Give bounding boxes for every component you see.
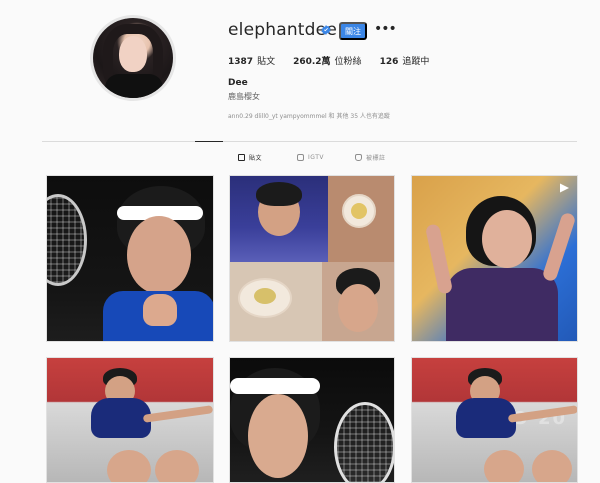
profile-avatar[interactable]	[90, 15, 176, 101]
collage-person-hair-shape	[256, 182, 302, 206]
player-jersey-shape	[91, 398, 151, 438]
spectator-face-shape	[484, 450, 524, 482]
tab-posts-label: 貼文	[249, 154, 263, 162]
tab-igtv[interactable]: IGTV	[297, 151, 324, 163]
stat-following-value: 126	[379, 57, 399, 67]
verified-badge-icon	[321, 25, 331, 35]
avatar-face-shape	[119, 36, 147, 72]
grid-icon	[238, 153, 245, 161]
dancer-arm-right-shape	[541, 211, 577, 283]
stat-followers-label: 位粉絲	[334, 57, 362, 67]
post-thumbnail-2[interactable]	[229, 175, 395, 342]
stat-followers[interactable]: 260.2萬 位粉絲	[293, 54, 362, 67]
profile-full-name: Dee	[228, 78, 248, 88]
profile-tabs: 貼文 IGTV 被標註	[42, 151, 577, 165]
third-person-face-shape	[155, 450, 199, 482]
profile-header: elephantdee 關注 ••• 1387 貼文 260.2萬 位粉絲 126 追…	[0, 0, 600, 120]
post-thumbnail-5[interactable]	[229, 357, 395, 483]
followed-by-text[interactable]: ann0.29 dlill0_yt yampyommmel 和 其他 35 人也…	[228, 111, 390, 120]
food-shape-1	[351, 203, 367, 219]
profile-stats: 1387 貼文 260.2萬 位粉絲 126 追蹤中	[228, 54, 430, 67]
more-options-icon[interactable]: •••	[374, 22, 397, 40]
avatar-image	[93, 18, 173, 98]
post-thumbnail-3[interactable]	[411, 175, 578, 342]
athlete-face-shape	[127, 216, 191, 294]
follow-button[interactable]: 關注	[339, 22, 367, 40]
player-2-jersey-shape	[456, 398, 516, 438]
video-icon	[557, 182, 571, 194]
badminton-racket-2-shape	[334, 402, 394, 482]
athlete-2-face-shape	[248, 394, 308, 478]
second-person-face-shape	[107, 450, 151, 482]
headband-2-shape	[230, 378, 320, 394]
spectator-2-face-shape	[532, 450, 572, 482]
stat-posts-label: 貼文	[257, 57, 276, 67]
stat-following[interactable]: 126 追蹤中	[379, 54, 430, 67]
profile-bio: 鹿島樱女	[228, 92, 260, 101]
stat-posts[interactable]: 1387 貼文	[228, 54, 276, 67]
post-thumbnail-4[interactable]	[46, 357, 214, 483]
food-shape-2	[254, 288, 276, 304]
avatar-shirt-shape	[105, 74, 163, 98]
dancer-face-shape	[482, 210, 532, 268]
stat-following-label: 追蹤中	[402, 57, 430, 67]
igtv-icon	[297, 153, 304, 161]
badminton-racket-shape	[47, 194, 87, 286]
profile-divider	[42, 141, 577, 142]
dancer-arm-left-shape	[424, 223, 454, 295]
post-thumbnail-1[interactable]	[46, 175, 214, 342]
active-tab-indicator	[195, 141, 223, 142]
stat-followers-value: 260.2萬	[293, 57, 331, 67]
tab-igtv-label: IGTV	[308, 153, 324, 161]
dancer-shirt-shape	[446, 268, 558, 341]
stat-posts-value: 1387	[228, 57, 254, 67]
post-thumbnail-6[interactable]: KYO 20	[411, 357, 578, 483]
hands-shape	[143, 294, 177, 326]
tab-tagged-label: 被標註	[366, 154, 386, 162]
tab-tagged[interactable]: 被標註	[355, 151, 386, 163]
player-arm-shape	[142, 405, 213, 423]
tab-posts[interactable]: 貼文	[238, 151, 262, 163]
collage-person-2-face-shape	[338, 284, 378, 332]
tagged-icon	[355, 153, 362, 161]
